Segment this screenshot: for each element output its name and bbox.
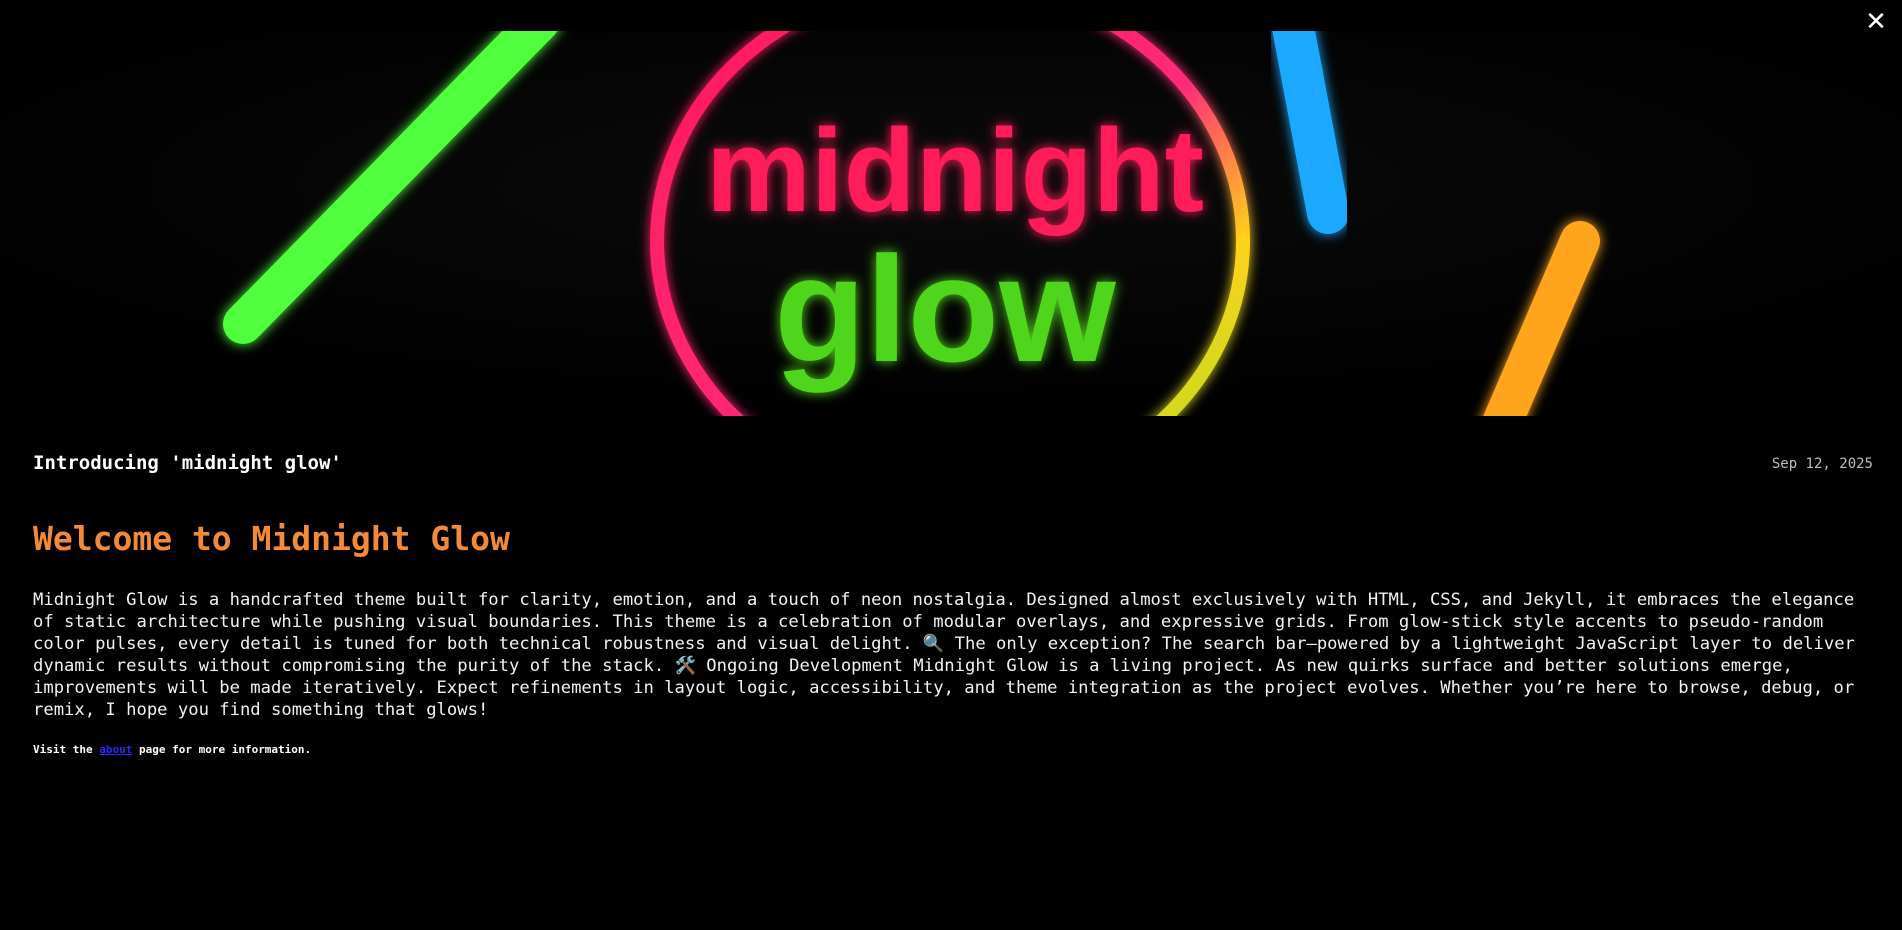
article-body: Midnight Glow is a handcrafted theme bui… — [33, 590, 1855, 720]
post-title: Introducing 'midnight glow' — [33, 452, 342, 474]
about-link[interactable]: about — [99, 743, 132, 756]
visit-suffix: page for more information. — [132, 743, 312, 756]
page: ✕ midnight glow Introducing 'midnight gl… — [0, 0, 1902, 930]
logo-glow: glow — [774, 225, 1116, 393]
article: Welcome to Midnight Glow Midnight Glow i… — [33, 515, 1863, 756]
visit-prefix: Visit the — [33, 743, 100, 756]
visit-note: Visit the about page for more informatio… — [33, 743, 1863, 756]
midnight-glow-hero-art: midnight glow — [0, 31, 1902, 416]
logo-midnight: midnight — [706, 105, 1204, 237]
article-heading: Welcome to Midnight Glow — [33, 519, 510, 558]
post-date: Sep 12, 2025 — [1771, 456, 1873, 472]
hero-image: midnight glow — [0, 31, 1902, 416]
